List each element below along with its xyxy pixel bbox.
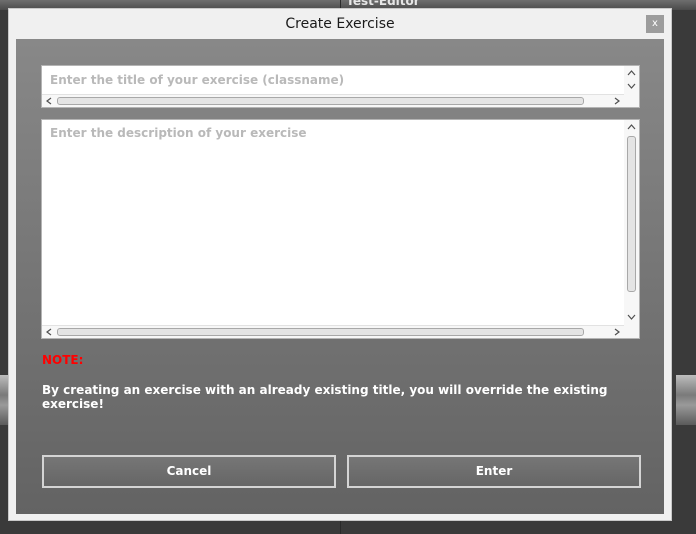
close-button[interactable]: x bbox=[646, 15, 664, 33]
title-horizontal-scroll-thumb[interactable] bbox=[57, 97, 584, 105]
background-panel-strip-right bbox=[676, 375, 696, 425]
description-horizontal-scroll-thumb[interactable] bbox=[57, 328, 584, 336]
chevron-left-icon[interactable] bbox=[43, 326, 56, 338]
chevron-left-icon[interactable] bbox=[43, 95, 56, 107]
title-field-container bbox=[41, 65, 640, 108]
description-vertical-scroll-thumb[interactable] bbox=[627, 136, 636, 292]
chevron-right-icon[interactable] bbox=[610, 95, 623, 107]
description-horizontal-scrollbar[interactable] bbox=[42, 325, 625, 338]
dialog-content: NOTE: By creating an exercise with an al… bbox=[16, 39, 664, 514]
title-horizontal-scrollbar[interactable] bbox=[42, 94, 625, 107]
create-exercise-dialog: Create Exercise x Enter the title of you… bbox=[8, 8, 672, 521]
dialog-title: Create Exercise bbox=[285, 16, 395, 32]
note-label: NOTE: bbox=[42, 353, 84, 367]
title-vertical-scrollbar[interactable] bbox=[624, 66, 639, 94]
enter-button[interactable]: Enter bbox=[347, 455, 641, 488]
cancel-button[interactable]: Cancel bbox=[42, 455, 336, 488]
chevron-up-icon[interactable] bbox=[625, 67, 638, 79]
title-input[interactable] bbox=[50, 72, 610, 88]
description-vertical-scrollbar[interactable] bbox=[624, 120, 639, 325]
background-window-title: Test-Editor bbox=[346, 0, 420, 8]
description-input[interactable] bbox=[50, 126, 610, 316]
description-field-container bbox=[41, 119, 640, 339]
scroll-corner bbox=[624, 94, 639, 107]
chevron-down-icon[interactable] bbox=[625, 311, 638, 323]
chevron-right-icon[interactable] bbox=[610, 326, 623, 338]
chevron-up-icon[interactable] bbox=[625, 121, 638, 133]
chevron-down-icon[interactable] bbox=[625, 80, 638, 92]
note-text: By creating an exercise with an already … bbox=[42, 383, 608, 411]
scroll-corner bbox=[624, 325, 639, 338]
